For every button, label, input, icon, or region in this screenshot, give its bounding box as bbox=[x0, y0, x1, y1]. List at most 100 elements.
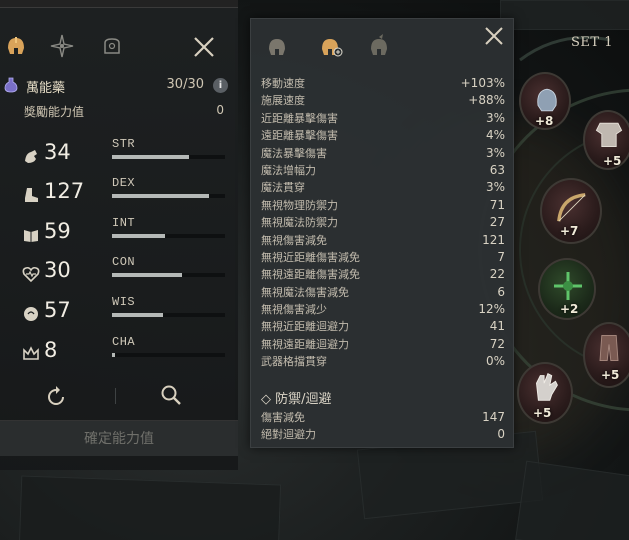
stat-detail-name: 魔法貫穿 bbox=[261, 181, 305, 195]
close-icon[interactable] bbox=[191, 34, 217, 60]
stat-detail-row: 遠距離暴擊傷害 4% bbox=[261, 127, 505, 144]
stat-detail-row: 傷害減免 147 bbox=[261, 409, 505, 426]
stat-detail-name: 武器格擋貫穿 bbox=[261, 355, 327, 369]
stat-detail-value: 147 bbox=[482, 410, 505, 424]
helmet-icon bbox=[8, 37, 24, 54]
stat-row-int: 59 INT bbox=[22, 216, 227, 254]
stat-detail-value: 6 bbox=[497, 284, 505, 299]
stat-detail-name: 近距離暴擊傷害 bbox=[261, 111, 338, 125]
stat-bar-fill bbox=[112, 155, 189, 159]
stat-detail-value: 3% bbox=[485, 180, 505, 195]
stat-detail-name: 無視魔法傷害減免 bbox=[261, 285, 349, 299]
helmet-add-icon[interactable] bbox=[317, 33, 345, 61]
close-icon[interactable] bbox=[483, 25, 505, 47]
attributes-panel: 萬能藥 30/30 i 獎勵能力值 0 34 STR 127 DEX 59 INT 30 CO… bbox=[0, 0, 238, 470]
stat-name: STR bbox=[112, 137, 136, 151]
stat-detail-name: 無視魔法防禦力 bbox=[261, 216, 338, 230]
stat-name: CON bbox=[112, 255, 136, 269]
tab-helmet[interactable] bbox=[2, 32, 30, 60]
confirm-stats-button[interactable]: 確定能力值 bbox=[0, 420, 238, 456]
stat-detail-row: 移動速度 +103% bbox=[261, 75, 505, 92]
stat-bar bbox=[112, 234, 225, 238]
stat-detail-value: 12% bbox=[478, 302, 505, 317]
stat-detail-row: 無視遠距離迴避力 72 bbox=[261, 336, 505, 353]
potion-label: 萬能藥 bbox=[26, 81, 66, 96]
tab-compass[interactable] bbox=[48, 32, 76, 60]
stat-bar bbox=[112, 155, 225, 159]
armor-item-icon bbox=[595, 122, 623, 148]
helmet-icon[interactable] bbox=[263, 33, 291, 61]
boot-icon bbox=[25, 188, 38, 202]
stat-detail-value: 27 bbox=[489, 215, 505, 230]
search-icon[interactable] bbox=[159, 383, 183, 407]
stat-detail-value: 63 bbox=[489, 162, 505, 177]
set-label[interactable]: SET 1 bbox=[571, 35, 613, 50]
bonus-label: 獎勵能力值 bbox=[24, 105, 85, 119]
stat-detail-name: 無視遠距離迴避力 bbox=[261, 337, 349, 351]
stat-detail-value: 72 bbox=[489, 336, 505, 351]
defense-section-title: ◇ 防禦/迴避 bbox=[261, 392, 332, 407]
stat-detail-name: 移動速度 bbox=[261, 77, 305, 90]
equip-slot-helmet[interactable]: +8 bbox=[519, 72, 571, 130]
stat-detail-name: 施展速度 bbox=[261, 94, 305, 108]
bonus-value: 0 bbox=[216, 103, 224, 117]
equip-slot-gloves[interactable]: +5 bbox=[517, 362, 573, 424]
helmet-plume-icon[interactable] bbox=[365, 33, 393, 61]
stat-value: 57 bbox=[44, 298, 71, 322]
upgrade-level: +8 bbox=[535, 114, 554, 128]
stat-detail-row: 施展速度 +88% bbox=[261, 92, 505, 109]
heart-icon bbox=[22, 266, 40, 283]
stat-details-list: 移動速度 +103% 施展速度 +88% 近距離暴擊傷害 3% 遠距離暴擊傷害 4% 魔法暴擊傷… bbox=[261, 75, 505, 371]
stat-detail-name: 無視物理防禦力 bbox=[261, 198, 338, 212]
stat-detail-row: 無視物理防禦力 71 bbox=[261, 197, 505, 214]
panel-top-edge bbox=[0, 0, 238, 8]
stat-bar-fill bbox=[112, 234, 166, 238]
stat-detail-name: 無視傷害減少 bbox=[261, 303, 327, 317]
equip-slot-legs[interactable]: +5 bbox=[583, 322, 629, 388]
stat-detail-row: 無視遠距離傷害減免 22 bbox=[261, 266, 505, 283]
stat-detail-value: +88% bbox=[468, 93, 505, 108]
upgrade-level: +5 bbox=[603, 154, 622, 168]
stat-detail-row: 武器格擋貫穿 0% bbox=[261, 353, 505, 370]
stat-detail-value: 3% bbox=[485, 145, 505, 160]
crown-icon bbox=[23, 346, 39, 360]
stat-detail-value: 3% bbox=[485, 110, 505, 125]
stat-detail-name: 無視傷害減免 bbox=[261, 233, 327, 247]
stat-value: 30 bbox=[44, 258, 71, 282]
stat-detail-row: 近距離暴擊傷害 3% bbox=[261, 110, 505, 127]
stat-bar bbox=[112, 273, 225, 277]
divider bbox=[115, 388, 116, 404]
potion-row: 萬能藥 30/30 i bbox=[4, 76, 230, 96]
crossbow-item-icon bbox=[554, 272, 582, 300]
stat-detail-name: 無視近距離迴避力 bbox=[261, 320, 349, 334]
stat-detail-value: 41 bbox=[489, 319, 505, 334]
stat-detail-row: 魔法暴擊傷害 3% bbox=[261, 145, 505, 162]
tab-bag[interactable] bbox=[98, 32, 126, 60]
compass-star-icon bbox=[50, 34, 74, 58]
stat-row-wis: 57 WIS bbox=[22, 295, 227, 333]
stat-detail-row: 魔法增幅力 63 bbox=[261, 162, 505, 179]
stat-detail-name: 傷害減免 bbox=[261, 411, 305, 424]
equip-slot-crossbow[interactable]: +2 bbox=[538, 258, 596, 320]
stat-value: 127 bbox=[44, 179, 85, 203]
stat-detail-row: 絕對迴避力 0 bbox=[261, 426, 505, 443]
stat-detail-name: 無視近距離傷害減免 bbox=[261, 250, 360, 264]
upgrade-level: +5 bbox=[533, 406, 552, 420]
legs-item-icon bbox=[599, 334, 619, 362]
upgrade-level: +2 bbox=[560, 302, 579, 316]
info-icon[interactable]: i bbox=[213, 78, 228, 93]
reset-icon[interactable] bbox=[44, 385, 68, 409]
glove-item-icon bbox=[536, 373, 558, 401]
equip-slot-bow[interactable]: +7 bbox=[540, 178, 602, 244]
bonus-points-row: 獎勵能力值 0 bbox=[24, 103, 224, 120]
stat-bar-fill bbox=[112, 194, 210, 198]
stat-detail-row: 無視傷害減少 12% bbox=[261, 301, 505, 318]
stat-row-str: 34 STR bbox=[22, 137, 227, 175]
equip-slot-armor[interactable]: +5 bbox=[583, 110, 629, 170]
stat-detail-row: 無視近距離傷害減免 7 bbox=[261, 249, 505, 266]
upgrade-level: +7 bbox=[560, 224, 579, 238]
stat-detail-row: 無視近距離迴避力 41 bbox=[261, 318, 505, 335]
stat-detail-value: 0 bbox=[497, 427, 505, 442]
potion-icon bbox=[4, 77, 18, 93]
stat-detail-name: 絕對迴避力 bbox=[261, 428, 316, 442]
